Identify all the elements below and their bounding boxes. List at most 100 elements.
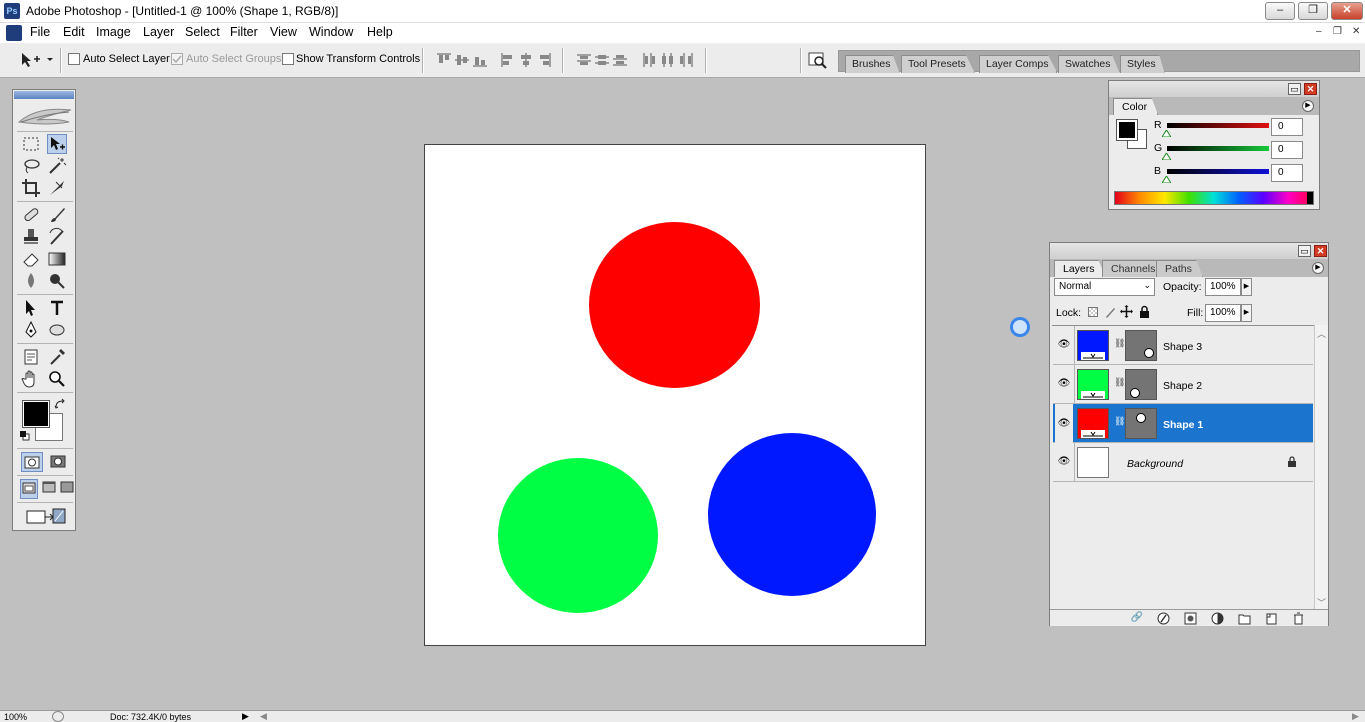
menu-view[interactable]: View <box>270 25 297 39</box>
document-icon[interactable] <box>6 25 22 41</box>
color-panel-menu-icon[interactable]: ▶ <box>1302 100 1314 112</box>
tab-layers[interactable]: Layers <box>1054 260 1106 277</box>
full-screen-menu-mode-icon[interactable] <box>40 479 58 499</box>
clone-stamp-tool-icon[interactable] <box>21 227 41 247</box>
file-browser-icon[interactable] <box>808 51 828 69</box>
rectangular-marquee-tool-icon[interactable] <box>21 134 41 154</box>
gradient-tool-icon[interactable] <box>47 249 67 269</box>
fill-input[interactable]: 100% <box>1205 304 1241 322</box>
foreground-color-swatch[interactable] <box>22 400 50 428</box>
color-ramp-black-swatch[interactable] <box>1307 192 1313 204</box>
menu-filter[interactable]: Filter <box>230 25 258 39</box>
scroll-left-icon[interactable]: ◀ <box>260 711 267 722</box>
document-canvas[interactable] <box>424 144 926 646</box>
tool-preset-picker[interactable] <box>20 51 54 69</box>
jump-to-imageready-icon[interactable] <box>21 506 69 526</box>
lock-image-pixels-icon[interactable] <box>1104 305 1116 318</box>
move-tool-icon[interactable] <box>47 134 67 154</box>
align-left-edges-icon[interactable] <box>500 53 516 67</box>
minimize-button[interactable]: ‒ <box>1265 2 1295 20</box>
layers-scrollbar[interactable]: ︿ ﹀ <box>1314 325 1328 611</box>
well-tab-layer-comps[interactable]: Layer Comps <box>979 55 1058 73</box>
align-vertical-centers-icon[interactable] <box>454 53 470 67</box>
standard-screen-mode-icon[interactable] <box>20 479 38 499</box>
full-screen-mode-icon[interactable] <box>60 479 74 499</box>
layer-row-shape-1[interactable]: 👁 ⛓ Shape 1 <box>1053 404 1313 443</box>
layer-row-background[interactable]: 👁 Background <box>1053 443 1313 482</box>
scroll-up-icon[interactable]: ︿ <box>1317 327 1326 340</box>
slice-tool-icon[interactable] <box>47 178 67 198</box>
color-g-input[interactable]: 0 <box>1271 141 1303 159</box>
layers-panel-title-bar[interactable] <box>1050 243 1328 259</box>
color-r-slider[interactable] <box>1167 123 1269 128</box>
default-colors-icon[interactable] <box>20 431 30 441</box>
doc-close-button[interactable]: ✕ <box>1352 26 1360 37</box>
align-right-edges-icon[interactable] <box>536 53 552 67</box>
well-tab-styles[interactable]: Styles <box>1120 55 1165 73</box>
distribute-right-edges-icon[interactable] <box>678 53 694 67</box>
color-r-input[interactable]: 0 <box>1271 118 1303 136</box>
distribute-bottom-edges-icon[interactable] <box>612 53 628 67</box>
menu-help[interactable]: Help <box>367 25 393 39</box>
restore-button[interactable]: ❐ <box>1298 2 1328 20</box>
history-brush-tool-icon[interactable] <box>47 227 67 247</box>
link-layers-icon[interactable]: 🔗 <box>1128 612 1146 625</box>
swap-colors-icon[interactable] <box>54 398 66 410</box>
quick-mask-mode-icon[interactable] <box>47 452 69 472</box>
eye-icon[interactable]: 👁 <box>1055 335 1073 355</box>
add-layer-mask-icon[interactable] <box>1184 612 1197 625</box>
color-ramp[interactable] <box>1114 191 1314 205</box>
doc-minimize-button[interactable]: – <box>1316 26 1322 37</box>
panel-close-icon[interactable]: ✕ <box>1304 83 1317 95</box>
status-menu-arrow-icon[interactable]: ▶ <box>242 711 249 722</box>
eye-icon[interactable]: 👁 <box>1055 452 1073 472</box>
distribute-left-edges-icon[interactable] <box>642 53 658 67</box>
photoshop-feather-logo[interactable] <box>17 102 73 128</box>
healing-brush-tool-icon[interactable] <box>21 205 41 225</box>
dodge-tool-icon[interactable] <box>47 271 67 291</box>
path-selection-tool-icon[interactable] <box>21 298 41 318</box>
panel-minimize-icon[interactable]: ▭ <box>1288 83 1301 95</box>
well-tab-swatches[interactable]: Swatches <box>1058 55 1120 73</box>
panel-close-icon[interactable]: ✕ <box>1314 245 1327 257</box>
scroll-right-icon[interactable]: ▶ <box>1352 711 1359 722</box>
color-b-slider[interactable] <box>1167 169 1269 174</box>
layer-style-icon[interactable] <box>1157 612 1170 625</box>
eye-icon[interactable]: 👁 <box>1055 404 1073 443</box>
panel-minimize-icon[interactable]: ▭ <box>1298 245 1311 257</box>
layer-row-shape-3[interactable]: 👁 ⛓ Shape 3 <box>1053 326 1313 365</box>
distribute-horizontal-centers-icon[interactable] <box>660 53 676 67</box>
red-circle-shape[interactable] <box>589 222 760 388</box>
new-layer-icon[interactable] <box>1265 612 1278 625</box>
scroll-down-icon[interactable]: ﹀ <box>1317 596 1326 609</box>
tab-paths[interactable]: Paths <box>1156 260 1203 277</box>
lock-all-icon[interactable] <box>1139 305 1150 318</box>
brush-tool-icon[interactable] <box>47 205 67 225</box>
notes-tool-icon[interactable] <box>21 347 41 367</box>
toolbox-title-bar[interactable] <box>14 91 74 99</box>
opacity-input[interactable]: 100% <box>1205 278 1241 296</box>
color-g-slider[interactable] <box>1167 146 1269 151</box>
layer-row-shape-2[interactable]: 👁 ⛓ Shape 2 <box>1053 365 1313 404</box>
fill-arrow-icon[interactable]: ▶ <box>1241 304 1252 322</box>
eyedropper-tool-icon[interactable] <box>47 347 67 367</box>
adjustment-layer-icon[interactable] <box>1211 612 1224 625</box>
color-panel-foreground-swatch[interactable] <box>1116 119 1138 141</box>
delete-layer-icon[interactable] <box>1292 612 1305 625</box>
menu-window[interactable]: Window <box>309 25 353 39</box>
well-tab-brushes[interactable]: Brushes <box>845 55 900 73</box>
show-transform-controls-checkbox[interactable] <box>282 53 294 65</box>
standard-mode-icon[interactable] <box>21 452 43 472</box>
menu-layer[interactable]: Layer <box>143 25 174 39</box>
new-group-icon[interactable] <box>1238 612 1251 625</box>
blend-mode-select[interactable]: Normal ⌄ <box>1054 278 1155 296</box>
lasso-tool-icon[interactable] <box>21 156 41 176</box>
well-tab-tool-presets[interactable]: Tool Presets <box>901 55 975 73</box>
color-b-input[interactable]: 0 <box>1271 164 1303 182</box>
eraser-tool-icon[interactable] <box>21 249 41 269</box>
type-tool-icon[interactable] <box>47 298 67 318</box>
distribute-vertical-centers-icon[interactable] <box>594 53 610 67</box>
hand-tool-icon[interactable] <box>21 369 41 389</box>
zoom-tool-icon[interactable] <box>47 369 67 389</box>
align-top-edges-icon[interactable] <box>436 53 452 67</box>
